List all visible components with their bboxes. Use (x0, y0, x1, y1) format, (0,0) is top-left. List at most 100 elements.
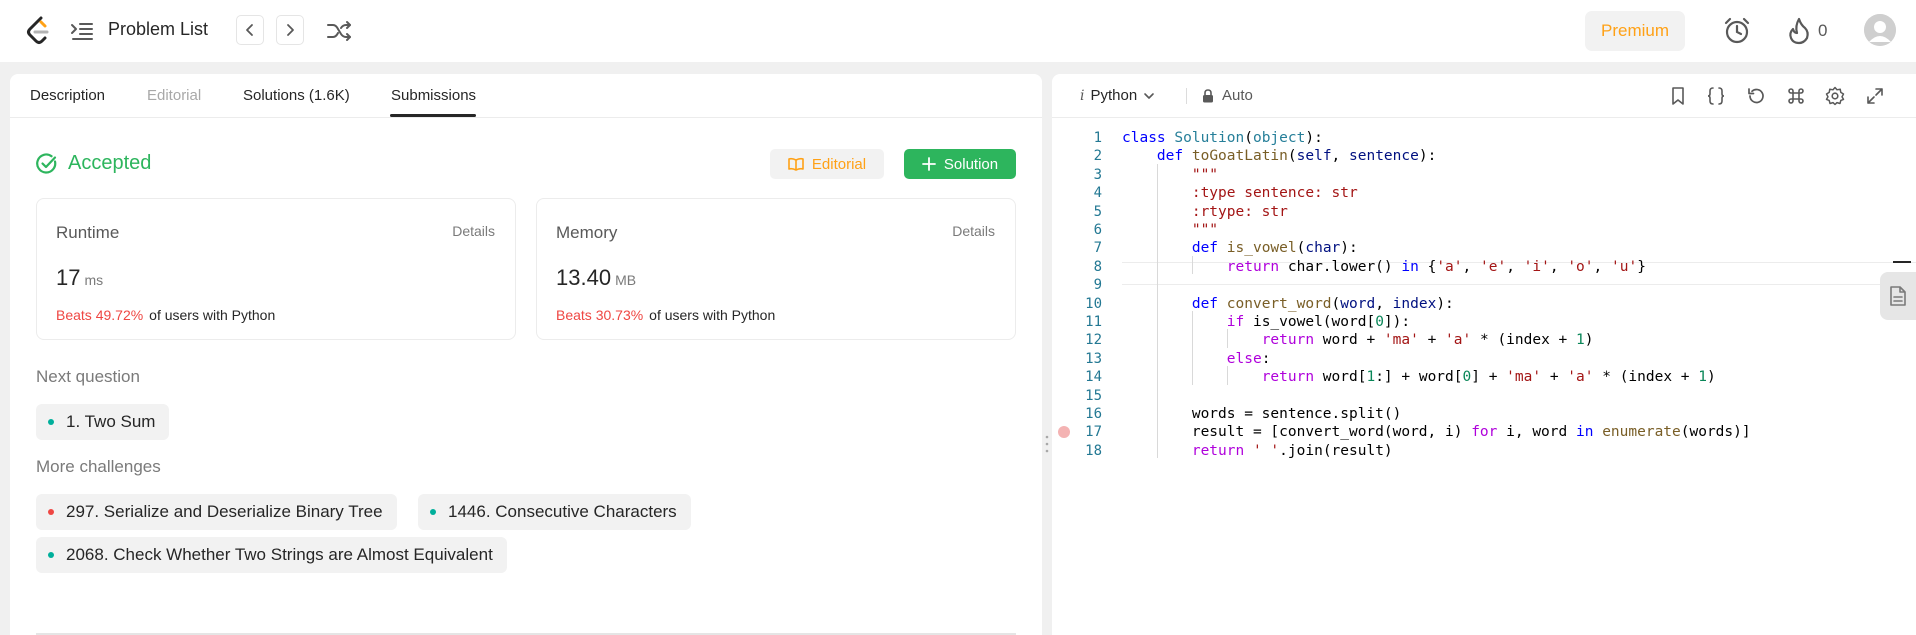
runtime-beats: Beats 49.72% of users with Python (56, 307, 275, 323)
code-token: , (1549, 258, 1568, 275)
editorial-button-label: Editorial (811, 155, 867, 173)
code-token: def (1191, 295, 1219, 312)
next-question-chip[interactable]: 1. Two Sum (36, 404, 170, 440)
code-token: char (1305, 240, 1341, 257)
shuffle-icon[interactable] (326, 19, 352, 43)
code-token: self (1296, 148, 1332, 165)
active-tab-indicator (390, 114, 476, 117)
memory-unit: MB (615, 272, 637, 288)
submission-status: Accepted (36, 152, 151, 175)
chevron-right-icon (287, 24, 294, 36)
tab-description[interactable]: Description (30, 87, 105, 104)
code-token: , (1506, 258, 1524, 275)
post-solution-button[interactable]: Solution (904, 149, 1016, 179)
code-token: word (1340, 295, 1376, 312)
memory-beats-suffix: of users with Python (649, 307, 776, 323)
runtime-value: 17 (56, 265, 81, 290)
drag-handle-icon[interactable] (1045, 434, 1049, 454)
code-token: ): (1305, 130, 1323, 146)
code-token: ): (1436, 295, 1454, 312)
document-icon (1890, 286, 1906, 306)
status-text: Accepted (68, 152, 152, 174)
code-token: + (1418, 332, 1446, 349)
runtime-value-row: 17 ms (56, 265, 103, 291)
auto-mode-toggle[interactable]: Auto (1202, 87, 1253, 104)
top-nav: Problem List Premium 0 (0, 0, 1916, 62)
challenge-label: 297. Serialize and Deserialize Binary Tr… (66, 502, 383, 521)
indent-guide (1191, 311, 1193, 385)
reset-icon[interactable] (1746, 86, 1766, 106)
hard-dot-icon (48, 509, 54, 515)
next-problem-button[interactable] (276, 15, 304, 45)
streak-fire-icon[interactable] (1786, 17, 1812, 45)
indent-guide (1226, 366, 1228, 385)
bookmark-icon[interactable] (1668, 86, 1688, 106)
memory-card[interactable]: Memory Details 13.40 MB Beats 30.73% of us… (536, 198, 1016, 340)
streak-count[interactable]: 0 (1818, 21, 1827, 41)
challenge-chip[interactable]: 1446. Consecutive Characters (418, 494, 691, 530)
code-token: return (1191, 442, 1245, 459)
notes-side-tab[interactable] (1880, 272, 1916, 320)
alarm-clock-icon[interactable] (1722, 16, 1752, 46)
code-token: 'e' (1479, 258, 1507, 275)
runtime-beats-suffix: of users with Python (149, 307, 276, 323)
memory-details-link[interactable]: Details (952, 223, 995, 239)
code-token: } (1637, 258, 1646, 275)
tab-solutions[interactable]: Solutions (1.6K) (243, 87, 350, 104)
code-token: :rtype: str (1191, 203, 1288, 220)
language-select[interactable]: i Python (1080, 87, 1155, 104)
premium-button[interactable]: Premium (1585, 11, 1685, 51)
code-line[interactable]: 18 return ' '.join(result) (1052, 440, 1916, 463)
language-label: Python (1090, 87, 1138, 104)
fullscreen-icon[interactable] (1865, 86, 1885, 106)
code-token: def (1156, 148, 1184, 165)
code-token: is_vowel(word[ (1244, 314, 1376, 330)
memory-value: 13.40 (556, 265, 612, 290)
problem-list-link[interactable]: Problem List (108, 19, 208, 40)
code-token: return (1261, 332, 1315, 349)
submission-panel: Description Editorial Solutions (1.6K) S… (10, 74, 1042, 635)
panel-resize-handle[interactable] (1042, 74, 1052, 635)
code-token: result = [convert_word(word, i) (1122, 424, 1472, 441)
code-token: , (1593, 258, 1611, 275)
code-token: , (1331, 148, 1350, 165)
code-token: index (1392, 295, 1437, 312)
code-token: 1 (1366, 369, 1376, 386)
runtime-card[interactable]: Runtime Details 17 ms Beats 49.72% of user… (36, 198, 516, 340)
memory-label: Memory (556, 223, 618, 242)
settings-gear-icon[interactable] (1825, 86, 1845, 106)
code-token: :type sentence: str (1191, 185, 1358, 202)
format-braces-icon[interactable] (1706, 86, 1726, 106)
chevron-left-icon (246, 24, 253, 36)
book-open-icon (788, 157, 804, 171)
code-token: if (1226, 314, 1245, 330)
tab-submissions[interactable]: Submissions (391, 87, 476, 104)
check-circle-icon (36, 152, 57, 174)
shortcuts-command-icon[interactable] (1786, 86, 1806, 106)
avatar[interactable] (1864, 14, 1896, 46)
problem-list-icon[interactable] (70, 20, 94, 42)
code-token: return (1261, 369, 1315, 386)
editor-toolbar: i Python Auto (1052, 74, 1916, 118)
code-token: 'a' (1436, 258, 1463, 275)
language-glyph: i (1080, 87, 1085, 104)
code-token: 0 (1462, 369, 1472, 386)
editorial-button[interactable]: Editorial (770, 149, 884, 179)
runtime-details-link[interactable]: Details (452, 223, 495, 239)
code-token: def (1191, 240, 1219, 257)
challenge-chip[interactable]: 297. Serialize and Deserialize Binary Tr… (36, 494, 397, 530)
code-token: 'u' (1611, 258, 1638, 275)
easy-dot-icon (48, 419, 54, 425)
code-token: class (1122, 130, 1166, 146)
code-token: .join(result) (1279, 442, 1393, 459)
code-token: ] + (1471, 369, 1507, 386)
code-token: word + (1314, 332, 1384, 349)
challenge-chip[interactable]: 2068. Check Whether Two Strings are Almo… (36, 537, 507, 573)
code-token: ' ' (1252, 442, 1280, 459)
code-token: (words)] (1680, 424, 1751, 441)
tab-editorial[interactable]: Editorial (147, 87, 201, 104)
leetcode-logo-icon[interactable] (26, 16, 52, 46)
prev-problem-button[interactable] (236, 15, 264, 45)
code-token: ) (1584, 332, 1594, 349)
